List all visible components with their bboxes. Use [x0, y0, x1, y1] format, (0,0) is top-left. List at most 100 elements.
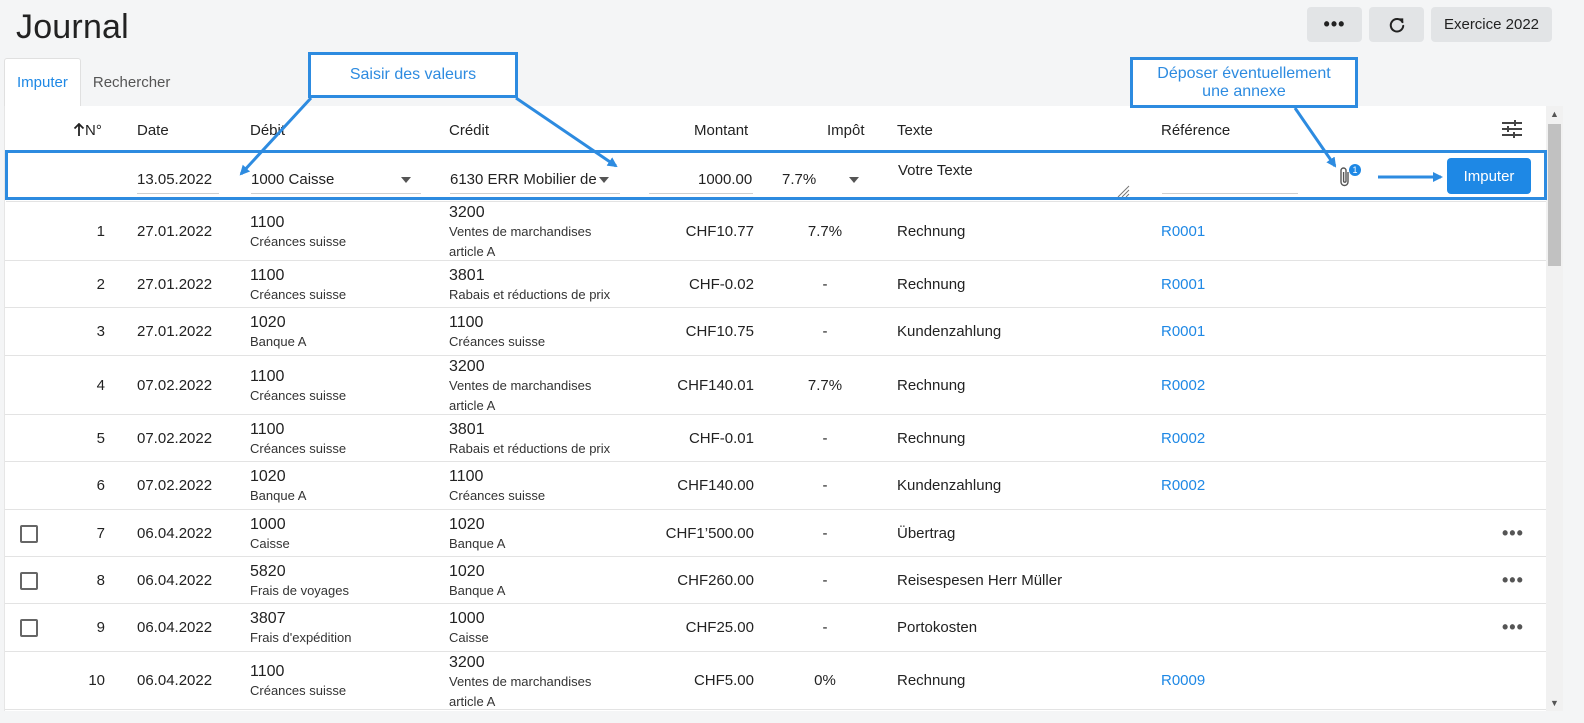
entry-amount-input[interactable]: 1000.00	[698, 171, 752, 188]
table-row[interactable]: 2 27.01.2022 1100 Créances suisse 3801 Rabais…	[5, 261, 1546, 308]
entry-debit-select[interactable]: 1000 Caisse	[251, 171, 334, 188]
debit-dropdown-icon[interactable]	[401, 177, 411, 183]
credit-account-name: Ventes de marchandises article A	[449, 224, 592, 259]
credit-account-number: 3200	[449, 654, 485, 671]
table-row[interactable]: 1 27.01.2022 1100 Créances suisse 3200 Ventes…	[5, 202, 1546, 261]
credit-account-number: 3801	[449, 421, 485, 438]
row-debit: 1100 Créances suisse	[250, 421, 346, 459]
row-credit: 1020 Banque A	[449, 516, 629, 554]
fiscal-year-button[interactable]: Exercice 2022	[1431, 7, 1552, 42]
tab-imputer[interactable]: Imputer	[4, 58, 81, 106]
row-reference-link[interactable]: R0002	[1161, 477, 1205, 494]
row-checkbox[interactable]	[20, 525, 38, 543]
col-amount-header[interactable]: Montant	[694, 122, 748, 139]
credit-account-number: 3200	[449, 358, 485, 375]
table-row[interactable]: 4 07.02.2022 1100 Créances suisse 3200 Ventes…	[5, 356, 1546, 415]
entry-reference-input[interactable]	[1162, 193, 1298, 194]
row-checkbox[interactable]	[20, 572, 38, 590]
sort-no-header[interactable]: N°	[73, 122, 102, 139]
row-amount: CHF-0.01	[688, 430, 754, 447]
table-row[interactable]: 10 06.04.2022 1100 Créances suisse 3200 Vente…	[5, 652, 1546, 710]
row-amount: CHF140.00	[677, 477, 754, 494]
row-credit: 3801 Rabais et réductions de prix	[449, 421, 629, 459]
entry-tax-select[interactable]: 7.7%	[782, 171, 816, 188]
table-row[interactable]: 5 07.02.2022 1100 Créances suisse 3801 Rabais…	[5, 415, 1546, 462]
row-date: 07.02.2022	[137, 377, 213, 394]
row-credit: 3200 Ventes de marchandises article A	[449, 358, 629, 416]
col-credit-header[interactable]: Crédit	[449, 122, 489, 139]
row-date: 06.04.2022	[137, 672, 213, 689]
row-number: 5	[96, 430, 105, 447]
debit-account-number: 1100	[250, 214, 285, 231]
row-menu-button[interactable]: •••	[1502, 617, 1524, 638]
row-text: Rechnung	[897, 430, 966, 447]
row-reference-link[interactable]: R0002	[1161, 430, 1205, 447]
credit-dropdown-icon[interactable]	[599, 177, 609, 183]
row-menu-button[interactable]: •••	[1502, 523, 1524, 544]
debit-account-number: 1100	[250, 368, 285, 385]
table-row[interactable]: 9 06.04.2022 3807 Frais d'expédition 1000 Cai…	[5, 604, 1546, 652]
entry-text-input[interactable]: Votre Texte	[898, 162, 973, 179]
entry-date-input[interactable]: 13.05.2022	[137, 171, 212, 188]
credit-account-name: Créances suisse	[449, 488, 546, 503]
scroll-down-icon[interactable]: ▼	[1546, 695, 1563, 711]
callout-attachment: Déposer éventuellement une annexe	[1130, 57, 1358, 108]
col-tax-header[interactable]: Impôt	[827, 122, 865, 139]
table-header: N° Date Débit Crédit Montant Impôt Texte…	[5, 106, 1546, 152]
table-row[interactable]: 6 07.02.2022 1020 Banque A 1100 Créances suis…	[5, 462, 1546, 510]
imputer-submit-button[interactable]: Imputer	[1447, 158, 1531, 194]
row-reference-link[interactable]: R0009	[1161, 672, 1205, 689]
row-tax: 7.7%	[807, 223, 843, 240]
column-settings-icon[interactable]	[1502, 120, 1522, 138]
debit-account-number: 1000	[250, 516, 286, 533]
row-date: 07.02.2022	[137, 430, 213, 447]
debit-account-name: Créances suisse	[250, 441, 347, 456]
journal-page: Journal ••• Exercice 2022 Imputer Recher…	[0, 0, 1584, 723]
debit-account-name: Banque A	[250, 488, 307, 503]
row-reference-link[interactable]: R0001	[1161, 223, 1205, 240]
row-amount: CHF260.00	[677, 572, 754, 589]
row-tax: -	[822, 276, 828, 293]
debit-account-name: Caisse	[250, 536, 290, 551]
scroll-thumb[interactable]	[1548, 124, 1561, 266]
col-text-header[interactable]: Texte	[897, 122, 933, 139]
scroll-up-icon[interactable]: ▲	[1546, 106, 1563, 122]
more-options-button[interactable]: •••	[1307, 7, 1362, 42]
entry-row: 13.05.2022 1000 Caisse 6130 ERR Mobilier…	[6, 151, 1546, 202]
row-tax: -	[822, 323, 828, 340]
table-row[interactable]: 3 27.01.2022 1020 Banque A 1100 Créances suis…	[5, 308, 1546, 356]
row-number: 10	[88, 672, 105, 689]
debit-account-name: Frais de voyages	[250, 583, 349, 598]
credit-account-number: 1100	[449, 314, 484, 331]
row-text: Portokosten	[897, 619, 978, 636]
row-debit: 1100 Créances suisse	[250, 663, 346, 701]
row-amount: CHF140.01	[677, 377, 754, 394]
row-reference-link[interactable]: R0002	[1161, 377, 1205, 394]
row-tax: -	[822, 572, 828, 589]
tax-dropdown-icon[interactable]	[849, 177, 859, 183]
row-amount: CHF10.75	[685, 323, 754, 340]
row-reference-link[interactable]: R0001	[1161, 323, 1205, 340]
credit-account-number: 3801	[449, 267, 485, 284]
row-amount: CHF25.00	[685, 619, 754, 636]
row-number: 2	[96, 276, 105, 293]
attachment-count-badge: 1	[1349, 164, 1361, 176]
row-reference-link[interactable]: R0001	[1161, 276, 1205, 293]
table-row[interactable]: 8 06.04.2022 5820 Frais de voyages 1020 Banqu…	[5, 557, 1546, 604]
credit-account-name: Rabais et réductions de prix	[449, 287, 611, 302]
resize-handle-icon[interactable]	[1116, 184, 1130, 198]
tab-rechercher[interactable]: Rechercher	[81, 58, 183, 106]
col-debit-header[interactable]: Débit	[250, 122, 285, 139]
debit-account-number: 3807	[250, 610, 286, 627]
debit-account-number: 5820	[250, 563, 286, 580]
row-text: Übertrag	[897, 525, 956, 542]
entry-credit-select[interactable]: 6130 ERR Mobilier de	[450, 171, 597, 188]
row-menu-button[interactable]: •••	[1502, 570, 1524, 591]
col-reference-header[interactable]: Référence	[1161, 122, 1230, 139]
vertical-scrollbar[interactable]: ▲ ▼	[1546, 106, 1563, 711]
debit-account-number: 1020	[250, 468, 286, 485]
row-checkbox[interactable]	[20, 619, 38, 637]
refresh-button[interactable]	[1369, 7, 1424, 42]
col-date-header[interactable]: Date	[137, 122, 169, 139]
table-row[interactable]: 7 06.04.2022 1000 Caisse 1020 Banque A CHF1’50…	[5, 510, 1546, 557]
